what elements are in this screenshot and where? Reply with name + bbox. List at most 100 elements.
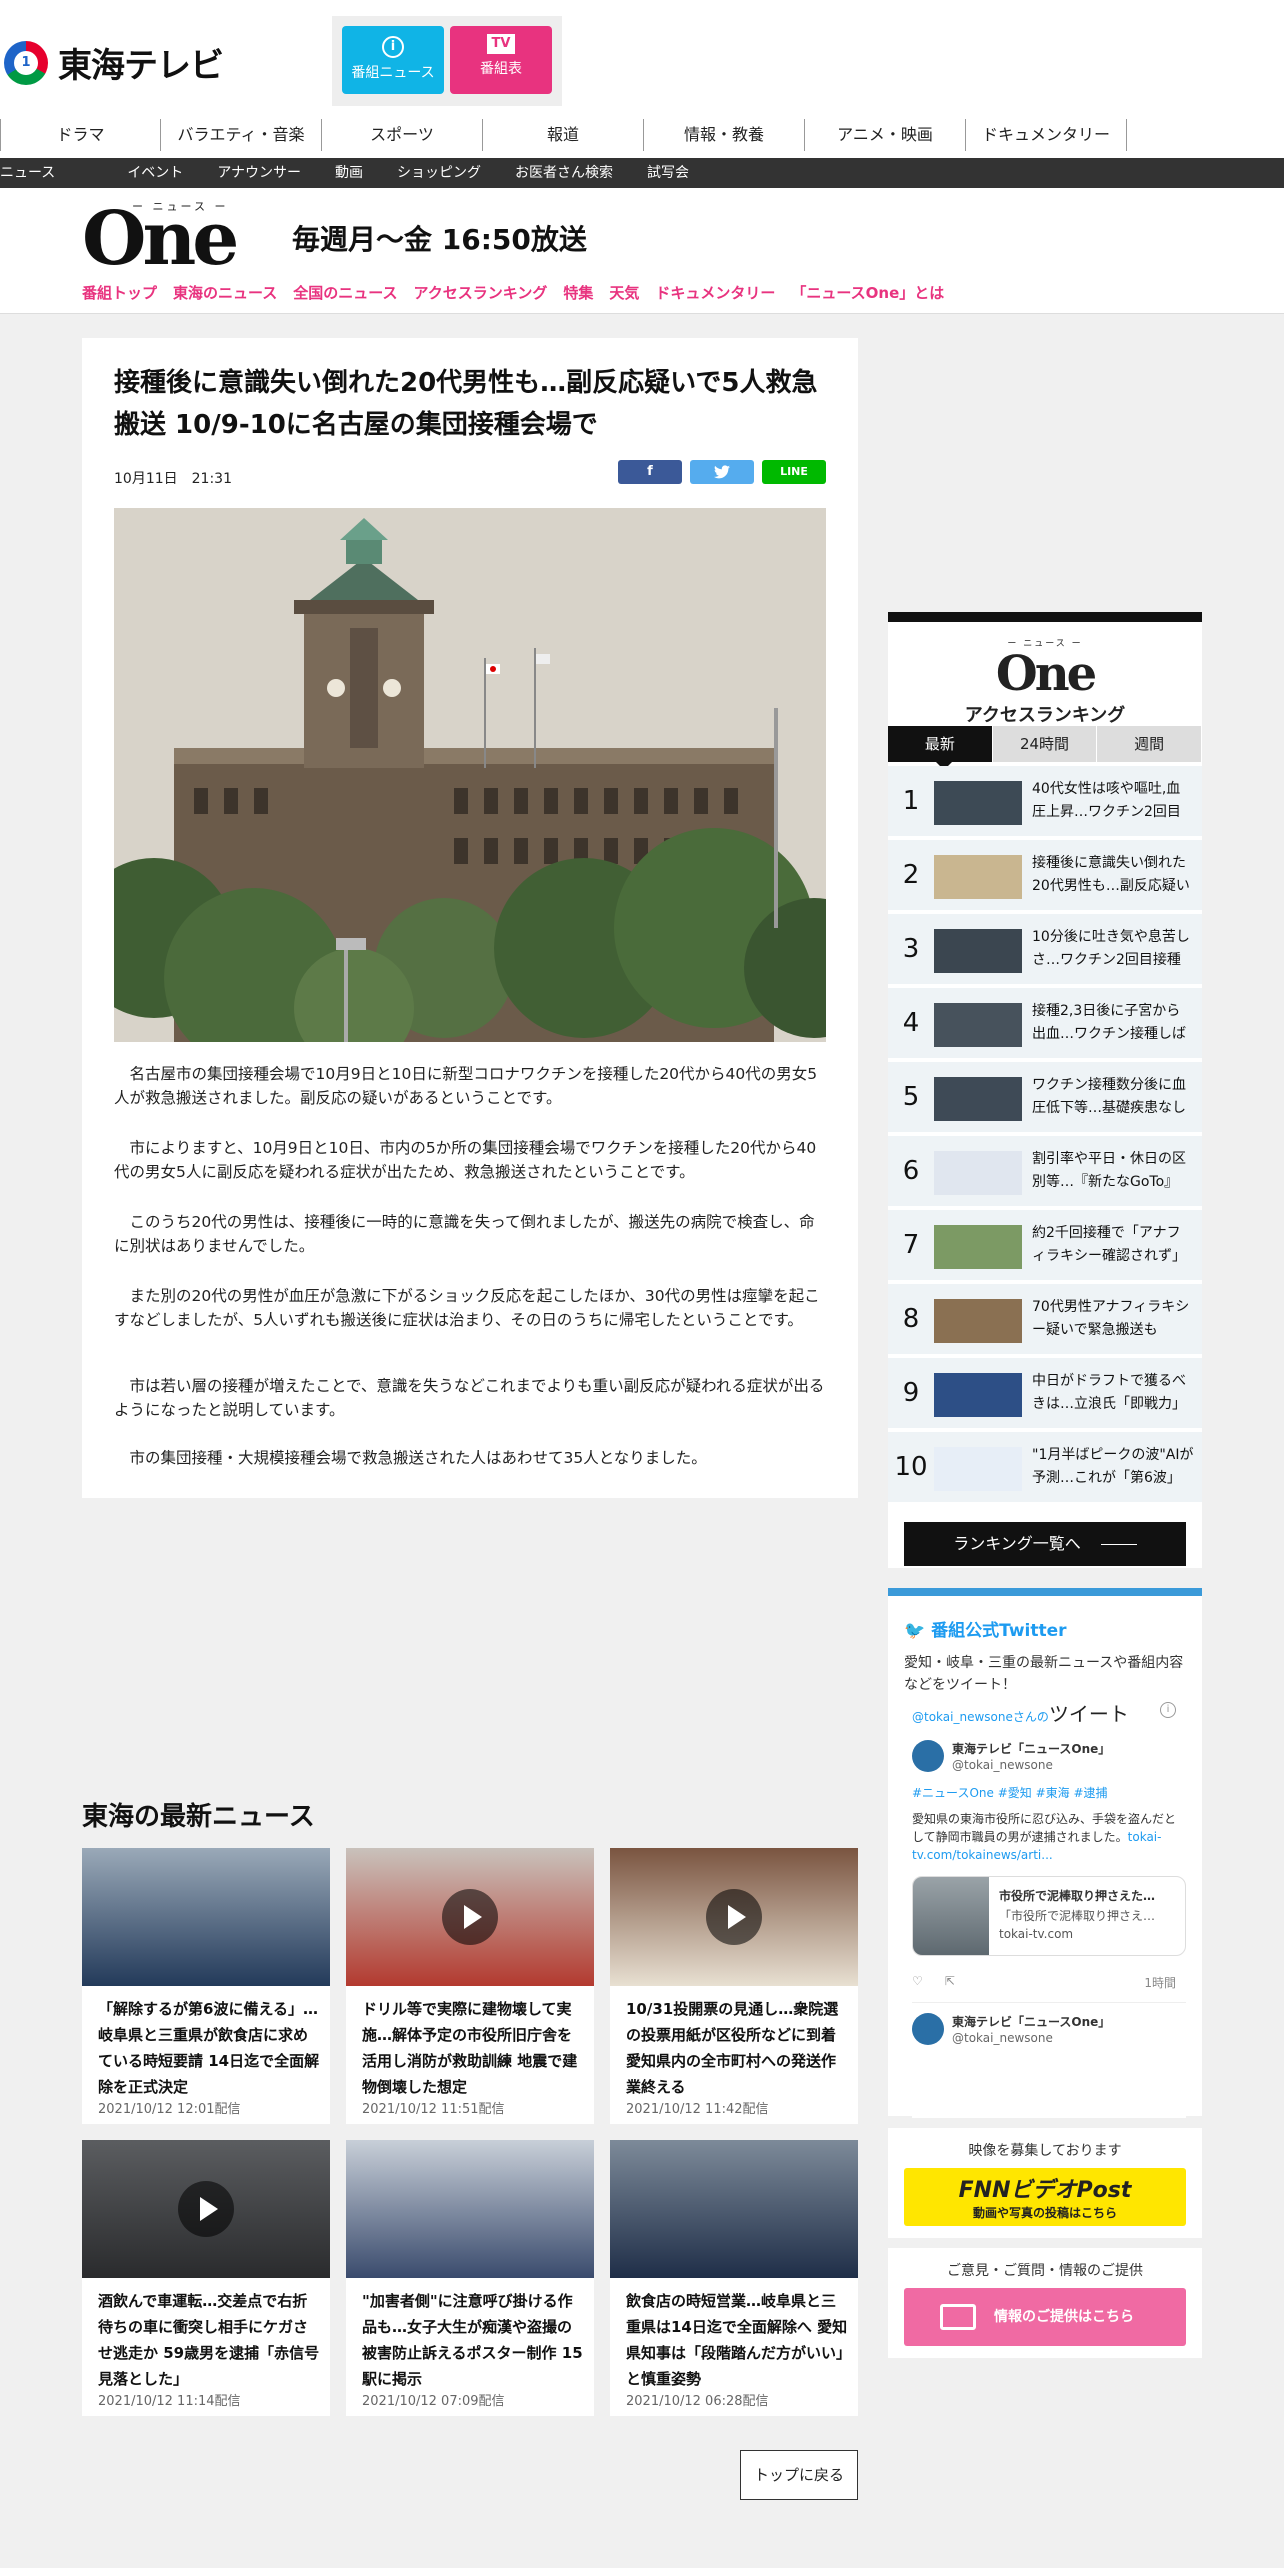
program-header: ー ニュース ー One 毎週月〜金 16:50放送 番組トップ 東海のニュース… [0,188,1284,314]
news-card[interactable]: ドリル等で実際に建物壊して実施…解体予定の市役所旧庁舎を活用し消防が救助訓練 地… [346,1848,594,2124]
tv-schedule-button[interactable]: TV 番組表 [450,26,552,94]
news-card[interactable]: "加害者側"に注意呼び掛ける作品も…女子大生が痴漢や盗撮の被害防止訴えるポスター… [346,2140,594,2416]
gnav-info[interactable]: 情報・教養 [644,119,805,151]
tab-weekly[interactable]: 週間 [1097,726,1203,762]
twitter-box: 🐦 番組公式Twitter 愛知・岐阜・三重の最新ニュースや番組内容などをツイー… [888,1588,1202,2118]
nagoya-city-hall-image [114,508,826,1042]
ranking-number: 2 [902,860,920,890]
article-paragraph: また別の20代の男性が血圧が急激に下がるショック反応を起こしたほか、30代の男性… [114,1287,820,1329]
gnav-sports[interactable]: スポーツ [322,119,483,151]
article-headline: 接種後に意識失い倒れた20代男性も…副反応疑いで5人救急搬送 10/9-10に名… [114,368,818,440]
ranking-item[interactable]: 7 約2千回接種で「アナフィラキシー確認されず」 [888,1210,1202,1280]
ranking-item[interactable]: 3 10分後に吐き気や息苦しさ…ワクチン2回目接種後 [888,914,1202,984]
ranking-number: 7 [902,1230,920,1260]
gnav-anime[interactable]: アニメ・映画 [805,119,966,151]
ranking-all-button[interactable]: ランキング一覧へ [904,1522,1186,1566]
pnav-about[interactable]: 「ニュースOne」とは [791,282,944,303]
latest-news-title: 東海の最新ニュース [82,1802,315,1832]
ranking-item[interactable]: 2 接種後に意識失い倒れた20代男性も…副反応疑いで [888,840,1202,910]
ranking-thumbnail [934,929,1022,973]
info-icon: i [1160,1702,1176,1718]
tokai-tv-logo-icon: 1 [4,40,48,85]
ranking-item-text: 割引率や平日・休日の区別等…『新たなGoTo』 [1032,1151,1186,1190]
tab-24h[interactable]: 24時間 [992,726,1098,762]
news-card-date: 2021/10/12 06:28配信 [626,2394,769,2409]
pnav-weather[interactable]: 天気 [609,282,639,303]
tab-latest[interactable]: 最新 [888,726,993,770]
news-one-logo[interactable]: ー ニュース ー One [82,196,252,276]
ranking-number: 9 [902,1378,920,1408]
ranking-item[interactable]: 4 接種2,3日後に子宮から出血…ワクチン接種しばらく [888,988,1202,1058]
share-icon[interactable]: ⇱ [945,1974,955,1988]
news-card-date: 2021/10/12 07:09配信 [362,2394,505,2409]
card-thumbnail [913,1877,989,1955]
info-icon: i [382,36,404,58]
article-photo [114,508,826,1042]
gnav-news[interactable]: 報道 [483,119,644,151]
ranking-thumbnail [934,1299,1022,1343]
subnav-video[interactable]: 動画 [321,158,383,188]
twitter-share-button[interactable] [690,460,754,484]
news-card[interactable]: 飲食店の時短営業…岐阜県と三重県は14日迄で全面解除へ 愛知県知事は「段階踏んだ… [610,2140,858,2416]
subnav-doctor-search[interactable]: お医者さん検索 [501,158,633,188]
ranking-item[interactable]: 9 中日がドラフトで獲るべきは…立浪氏「即戦力」 [888,1358,1202,1428]
ranking-number: 4 [902,1008,920,1038]
ranking-item-text: ワクチン接種数分後に血圧低下等…基礎疾患なし [1032,1077,1186,1116]
tweet-link-card[interactable]: 市役所で泥棒取り押さえた… 「市役所で泥棒取り押さえ… tokai-tv.com [912,1876,1186,1956]
news-card-title: "加害者側"に注意呼び掛ける作品も…女子大生が痴漢や盗撮の被害防止訴えるポスター… [362,2292,583,2388]
ranking-title: アクセスランキング [964,705,1126,726]
ranking-number: 5 [902,1082,920,1112]
info-submit-button[interactable]: 情報のご提供はこちら [904,2288,1186,2346]
gnav-variety[interactable]: バラエティ・音楽 [161,119,322,151]
ranking-item[interactable]: 1 40代女性は咳や嘔吐,血圧上昇…ワクチン2回目接種後 [888,766,1202,836]
news-thumbnail [82,1848,330,1986]
pnav-national-news[interactable]: 全国のニュース [293,282,397,303]
pnav-top[interactable]: 番組トップ [82,282,157,303]
subnav-event[interactable]: イベント [75,158,203,188]
ranking-item[interactable]: 5 ワクチン接種数分後に血圧低下等…基礎疾患なし [888,1062,1202,1132]
site-logo[interactable]: 1 東海テレビ [4,38,224,87]
subnav-preview[interactable]: 試写会 [633,158,709,188]
pnav-feature[interactable]: 特集 [563,282,593,303]
fnn-video-post-banner[interactable]: FNNビデオPost 動画や写真の投稿はこちら [904,2168,1186,2226]
pnav-documentary[interactable]: ドキュメンタリー [655,282,775,303]
back-to-top-button[interactable]: トップに戻る [740,2450,858,2500]
news-card-date: 2021/10/12 12:01配信 [98,2102,241,2117]
news-thumbnail [346,2140,594,2278]
ranking-item[interactable]: 10 "1月半ばピークの波"AIが予測…これが「第6波」 [888,1432,1202,1502]
heart-icon[interactable]: ♡ [912,1974,923,1988]
news-card[interactable]: 「解除するが第6波に備える」…岐阜県と三重県が飲食店に求めている時短要請 14日… [82,1848,330,2124]
news-card[interactable]: 酒飲んで車運転…交差点で右折待ちの車に衝突し相手にケガさせ逃走か 59歳男を逮捕… [82,2140,330,2416]
gnav-drama[interactable]: ドラマ [0,119,161,151]
site-logo-text: 東海テレビ [58,46,224,86]
news-card-title: 酒飲んで車運転…交差点で右折待ちの車に衝突し相手にケガさせ逃走か 59歳男を逮捕… [98,2292,320,2388]
ranking-tabs: 最新 24時間 週間 [888,726,1203,770]
subnav-news[interactable]: ニュース [0,158,75,188]
article: 接種後に意識失い倒れた20代男性も…副反応疑いで5人救急搬送 10/9-10に名… [82,338,858,1498]
twitter-embed[interactable]: @tokai_newsoneさんのツイート i 東海テレビ「ニュースOne」 @t… [912,1698,1186,2118]
news-one-logo-small: One [995,646,1097,702]
news-card[interactable]: 10/31投開票の見通し…衆院選の投票用紙が区役所などに到着 愛知県内の全市町村… [610,1848,858,2124]
facebook-share-button[interactable]: f [618,460,682,484]
news-card-date: 2021/10/12 11:51配信 [362,2102,505,2117]
ranking-item[interactable]: 6 割引率や平日・休日の区別等…『新たなGoTo』 [888,1136,1202,1206]
twitter-box-title: 番組公式Twitter [931,1621,1067,1641]
line-share-button[interactable]: LINE [762,460,826,484]
ranking-thumbnail [934,781,1022,825]
subnav-announcer[interactable]: アナウンサー [203,158,321,188]
ranking-item[interactable]: 8 70代男性アナフィラキシー疑いで緊急搬送も [888,1284,1202,1354]
ranking-thumbnail [934,1225,1022,1269]
pnav-ranking[interactable]: アクセスランキング [414,282,548,303]
news-card-title: 10/31投開票の見通し…衆院選の投票用紙が区役所などに到着 愛知県内の全市町村… [626,2000,839,2096]
ranking-item-text: 接種後に意識失い倒れた20代男性も…副反応疑いで [1032,855,1190,894]
subnav-shopping[interactable]: ショッピング [383,158,501,188]
program-nav: 番組トップ 東海のニュース 全国のニュース アクセスランキング 特集 天気 ドキ… [82,282,960,303]
pnav-tokai-news[interactable]: 東海のニュース [173,282,277,303]
ranking-thumbnail [934,1003,1022,1047]
broadcast-schedule: 毎週月〜金 16:50放送 [292,223,587,256]
ranking-thumbnail [934,1373,1022,1417]
news-card-title: ドリル等で実際に建物壊して実施…解体予定の市役所旧庁舎を活用し消防が救助訓練 地… [362,2000,578,2096]
gnav-documentary[interactable]: ドキュメンタリー [966,119,1127,151]
program-news-button[interactable]: i 番組ニュース [342,26,444,94]
news-card-date: 2021/10/12 11:14配信 [98,2394,241,2409]
